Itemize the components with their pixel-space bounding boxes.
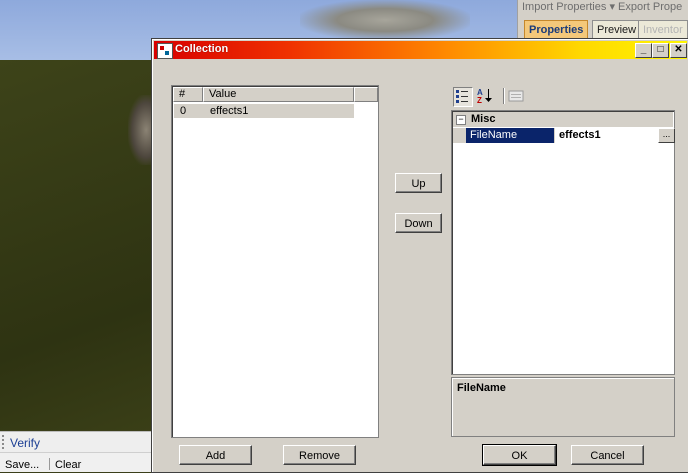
property-row-filename[interactable]: FileName effects1 ... [453, 128, 675, 143]
toolbar-separator [503, 88, 505, 104]
collection-icon [157, 43, 173, 59]
strip-divider [49, 458, 50, 470]
add-button[interactable]: Add [179, 445, 252, 465]
property-pages-icon [508, 90, 524, 102]
close-button[interactable]: ✕ [670, 43, 687, 58]
import-properties-menu[interactable]: Import Properties [522, 1, 606, 13]
members-list-header: # Value [173, 87, 378, 102]
svg-text:Z: Z [477, 96, 482, 105]
minimize-button[interactable]: _ [635, 43, 652, 58]
property-grid[interactable]: − Misc FileName effects1 ... [451, 110, 675, 375]
category-label: Misc [471, 113, 496, 125]
collapse-icon[interactable]: − [456, 115, 466, 125]
maximize-button[interactable]: □ [652, 43, 669, 58]
dialog-titlebar[interactable]: Collection _ □ ✕ [154, 41, 687, 59]
property-help-pane: FileName [451, 377, 675, 437]
column-header-index[interactable]: # [173, 87, 203, 102]
list-item[interactable]: 0 effects1 [174, 104, 354, 118]
up-button[interactable]: Up [395, 173, 442, 193]
save-button[interactable]: Save... [5, 459, 39, 471]
tab-inventor[interactable]: Inventor [638, 20, 688, 40]
background-tabs: Properties Preview Inventor [522, 20, 688, 40]
background-menu: Import Properties ▾ Export Prope [522, 0, 688, 14]
alphabetical-button[interactable]: A Z [476, 87, 494, 105]
list-item-index: 0 [180, 105, 187, 117]
list-item-value: effects1 [210, 105, 249, 117]
property-value-field[interactable]: effects1 [555, 128, 658, 143]
column-header-value[interactable]: Value [203, 87, 354, 102]
column-header-filler [354, 87, 378, 102]
collection-dialog: Collection _ □ ✕ # Value 0 effects1 Up D… [151, 38, 688, 473]
categorized-button[interactable] [453, 87, 473, 107]
viewport-smoke [300, 0, 470, 40]
property-pages-button[interactable] [507, 87, 525, 105]
help-title: FileName [457, 382, 506, 394]
alphabetical-icon: A Z [477, 88, 492, 105]
categorized-icon [456, 90, 468, 103]
export-properties-menu[interactable]: Export Prope [618, 1, 682, 13]
tab-properties[interactable]: Properties [524, 20, 589, 40]
members-list[interactable]: # Value 0 effects1 [171, 85, 379, 438]
grip-icon [2, 435, 7, 449]
ok-button[interactable]: OK [482, 444, 557, 466]
maximize-icon: □ [657, 44, 664, 55]
dropdown-arrow-icon: ▾ [609, 1, 615, 13]
ellipsis-button[interactable]: ... [658, 128, 675, 143]
background-button-strip: Save... Clear [0, 452, 151, 472]
close-icon: ✕ [674, 44, 683, 55]
minimize-icon: _ [640, 44, 647, 55]
verify-bar: Verify [0, 431, 151, 452]
remove-button[interactable]: Remove [283, 445, 356, 465]
tab-preview[interactable]: Preview [592, 20, 642, 40]
clear-button[interactable]: Clear [55, 459, 81, 471]
category-row-misc[interactable]: − Misc [453, 112, 673, 127]
property-name[interactable]: FileName [466, 128, 554, 143]
cancel-button[interactable]: Cancel [571, 445, 644, 465]
dialog-title: Collection [175, 43, 229, 55]
down-button[interactable]: Down [395, 213, 442, 233]
verify-label[interactable]: Verify [10, 436, 40, 450]
